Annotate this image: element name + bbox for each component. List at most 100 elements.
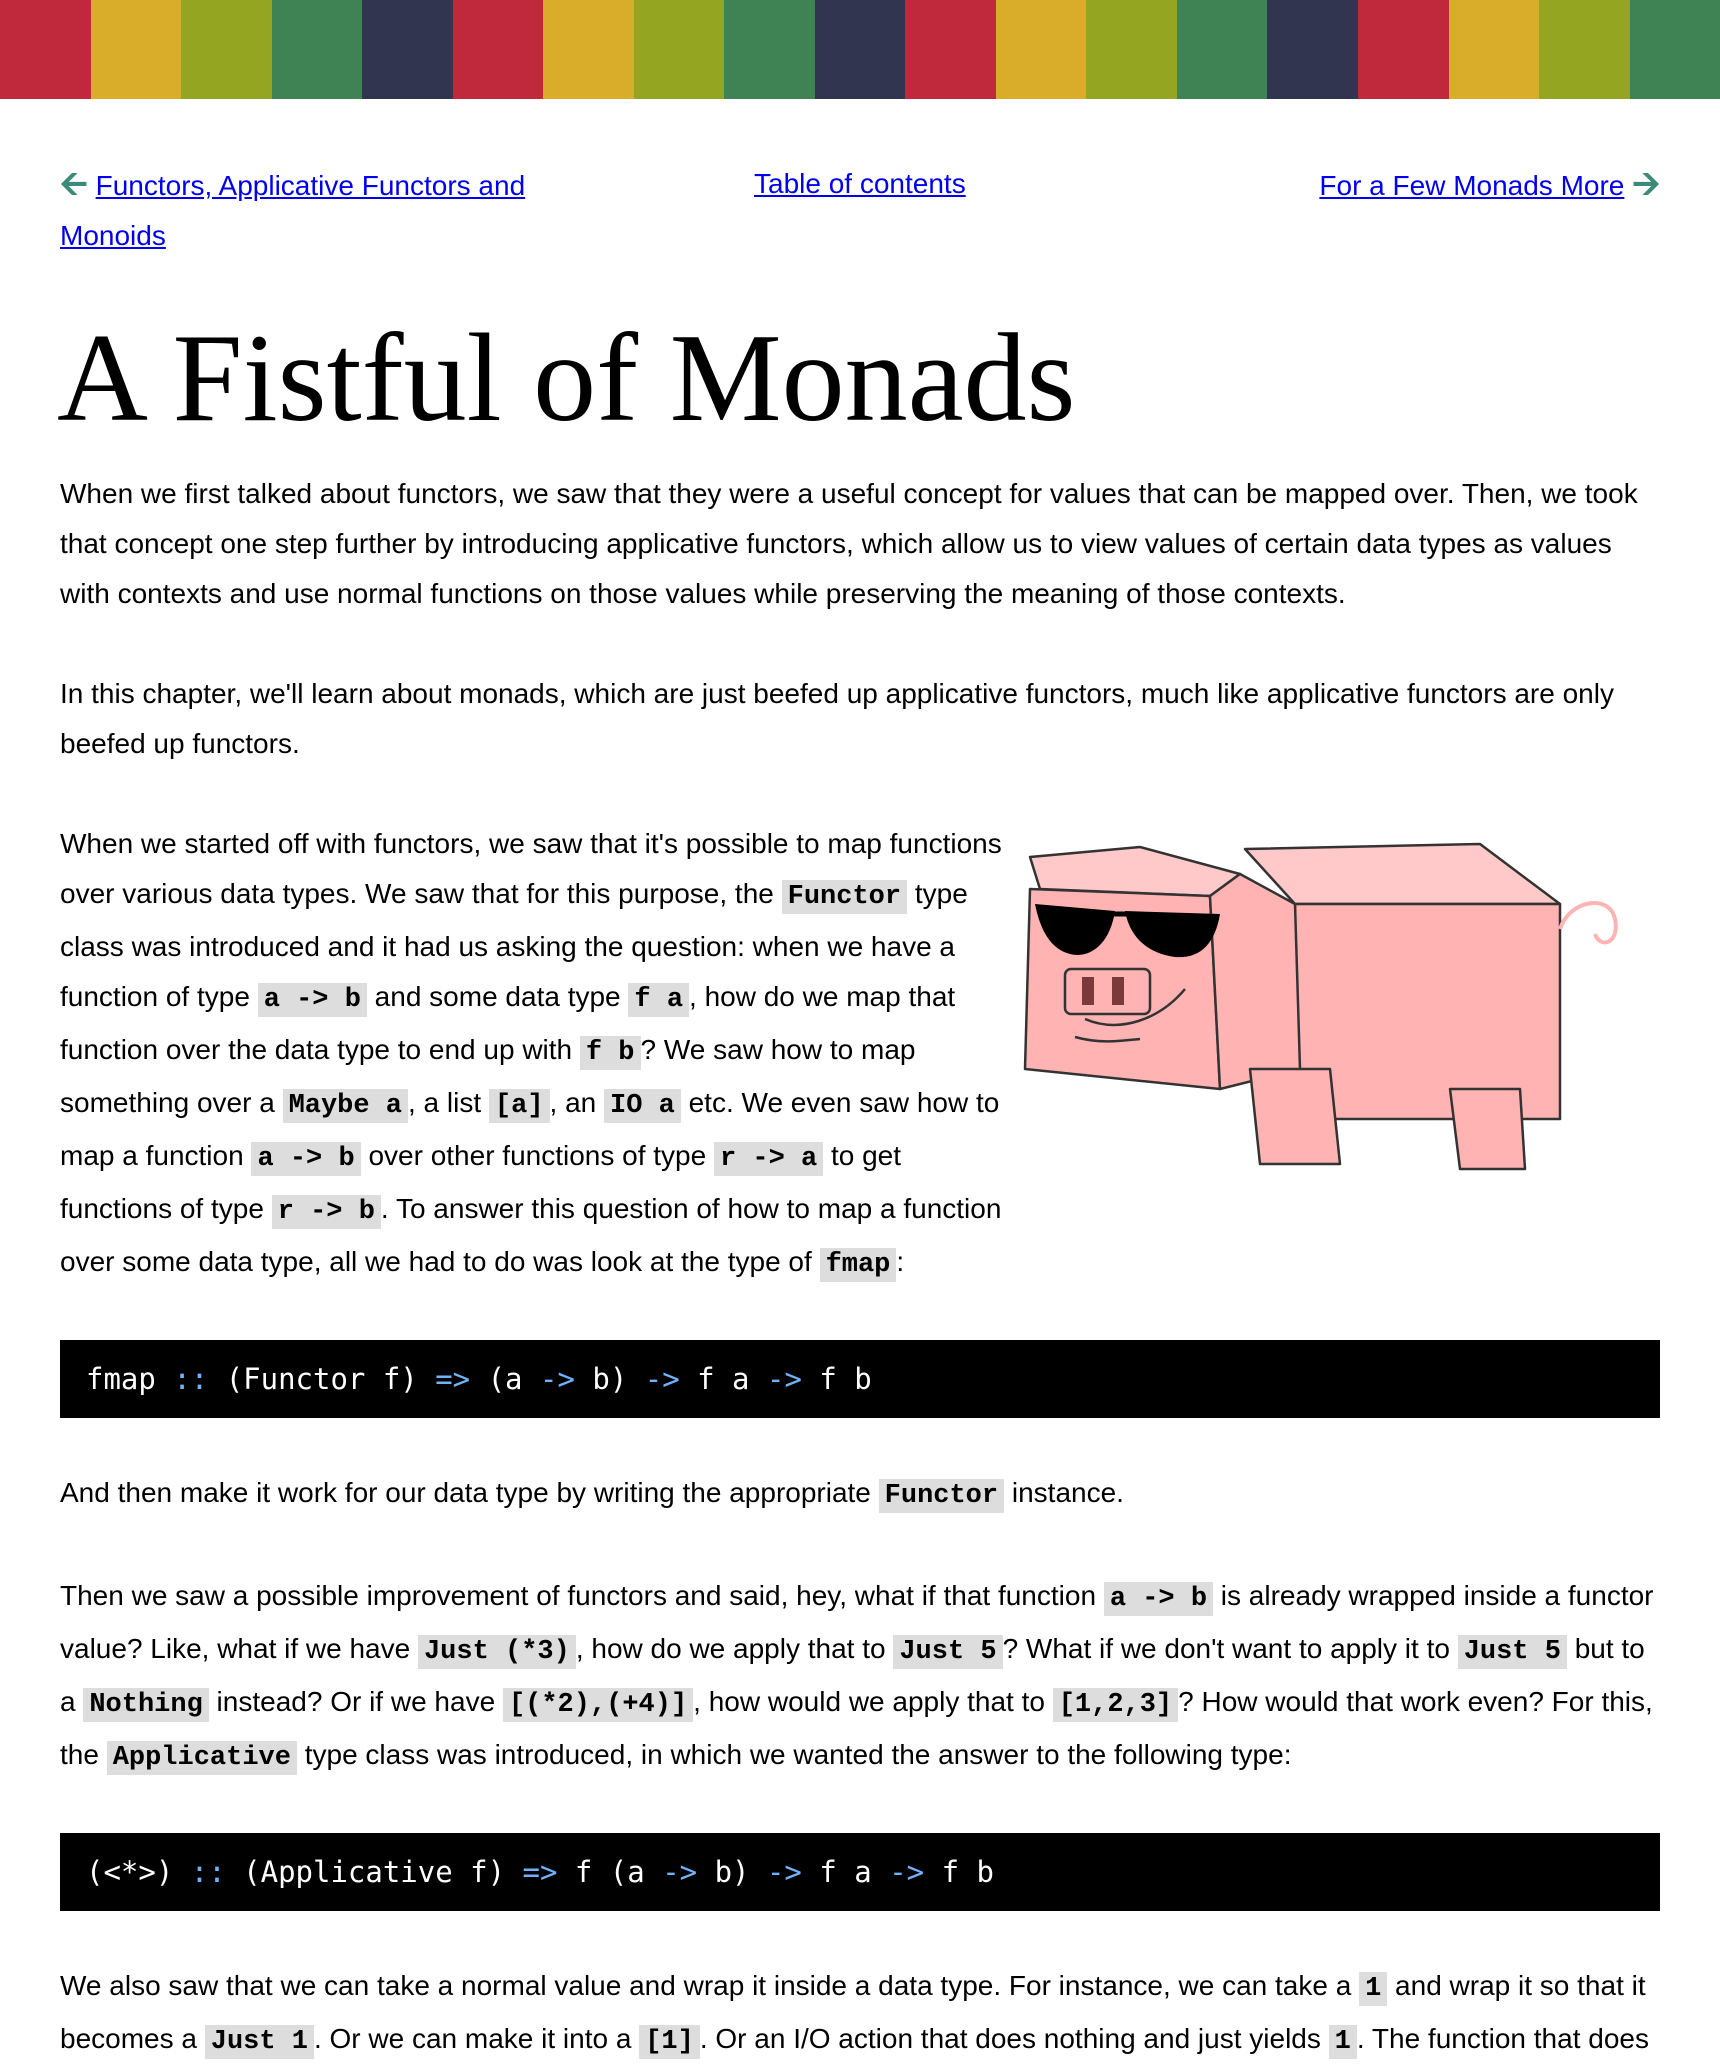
code-function-list: [(*2),(+4)] bbox=[502, 1688, 694, 1722]
code-token: (a bbox=[470, 1362, 540, 1396]
stripe-segment bbox=[543, 0, 634, 99]
stripe-segment bbox=[452, 0, 544, 99]
pure-paragraph: We also saw that we can take a normal va… bbox=[60, 1961, 1660, 2067]
text: instance. bbox=[1004, 1477, 1124, 1508]
text: , how would we apply that to bbox=[693, 1686, 1053, 1717]
next-chapter-link[interactable]: For a Few Monads More bbox=[1319, 170, 1624, 201]
code-r-to-a: r -> a bbox=[713, 1142, 824, 1176]
color-stripe-banner bbox=[0, 0, 1720, 99]
code-operator: -> bbox=[644, 1362, 680, 1396]
stripe-segment bbox=[362, 0, 453, 99]
code-list-a: [a] bbox=[488, 1089, 550, 1123]
stripe-segment bbox=[814, 0, 906, 99]
stripe-segment bbox=[181, 0, 272, 99]
next-chapter: For a Few Monads More 🡪 bbox=[1319, 159, 1660, 211]
code-token: fmap bbox=[86, 1362, 174, 1396]
stripe-segment bbox=[1267, 0, 1358, 99]
chapter-navigation: 🡨 Functors, Applicative Functors and Mono… bbox=[60, 159, 1660, 309]
code-token: (Functor f) bbox=[208, 1362, 436, 1396]
code-a-to-b: a -> b bbox=[257, 983, 367, 1017]
toc: Table of contents bbox=[754, 159, 966, 209]
code-operator: -> bbox=[766, 1362, 802, 1396]
text: over other functions of type bbox=[360, 1140, 714, 1171]
code-1-2: 1 bbox=[1328, 2025, 1357, 2059]
prev-chapter-link[interactable]: Functors, Applicative Functors and Monoi… bbox=[60, 170, 525, 251]
code-token: (Applicative f) bbox=[225, 1855, 523, 1889]
stripe-segment bbox=[1448, 0, 1540, 99]
stripe-segment bbox=[90, 0, 182, 99]
code-token: f a bbox=[801, 1855, 890, 1889]
chapter-summary-paragraph: In this chapter, we'll learn about monad… bbox=[60, 678, 1614, 759]
text: : bbox=[896, 1246, 905, 1277]
code-operator: :: bbox=[190, 1855, 226, 1889]
text: . Or an I/O action that does nothing and… bbox=[699, 2023, 1329, 2054]
applicative-paragraph: Then we saw a possible improvement of fu… bbox=[60, 1571, 1660, 1783]
code-functor: Functor bbox=[781, 880, 908, 914]
text: type class was introduced, in which we w… bbox=[296, 1739, 1292, 1770]
code-1: 1 bbox=[1359, 1972, 1388, 2006]
text: , an bbox=[549, 1087, 605, 1118]
code-f-a: f a bbox=[628, 983, 690, 1017]
code-f-b: f b bbox=[579, 1036, 641, 1070]
code-just-5: Just 5 bbox=[893, 1635, 1003, 1669]
code-maybe-a: Maybe a bbox=[282, 1089, 408, 1123]
prev-chapter: 🡨 Functors, Applicative Functors and Mono… bbox=[60, 159, 580, 261]
stripe-segment bbox=[1176, 0, 1268, 99]
stripe-segment bbox=[1629, 0, 1720, 99]
code-token: (<*>) bbox=[86, 1855, 191, 1889]
code-applicative: Applicative bbox=[106, 1741, 297, 1775]
code-list-1: [1] bbox=[639, 2025, 700, 2059]
stripe-segment bbox=[633, 0, 725, 99]
code-io-a: IO a bbox=[604, 1089, 681, 1123]
code-token: f b bbox=[924, 1855, 994, 1889]
code-operator: => bbox=[522, 1855, 558, 1889]
code-token: f (a bbox=[557, 1855, 663, 1889]
code-token: f b bbox=[801, 1362, 872, 1396]
table-of-contents-link[interactable]: Table of contents bbox=[754, 168, 966, 199]
code-token: f a bbox=[679, 1362, 767, 1396]
arrow-right-icon: 🡪 bbox=[1632, 165, 1660, 203]
text: . Or we can make it into a bbox=[313, 2023, 640, 2054]
text: We also saw that we can take a normal va… bbox=[60, 1970, 1360, 2001]
stripe-segment bbox=[271, 0, 363, 99]
text: Then we saw a possible improvement of fu… bbox=[60, 1580, 1104, 1611]
pig-with-sunglasses-illustration bbox=[1023, 842, 1618, 1171]
intro-paragraph: When we first talked about functors, we … bbox=[60, 478, 1638, 609]
stripe-segment bbox=[0, 0, 91, 99]
functor-section: When we started off with functors, we sa… bbox=[60, 819, 1660, 1290]
code-r-to-b: r -> b bbox=[271, 1195, 381, 1229]
code-token: b) bbox=[574, 1362, 645, 1396]
code-operator: -> bbox=[539, 1362, 575, 1396]
text: And then make it work for our data type … bbox=[60, 1477, 879, 1508]
text: , a list bbox=[408, 1087, 489, 1118]
applicative-code-block: (<*>) :: (Applicative f) => f (a -> b) -… bbox=[60, 1833, 1660, 1911]
stripe-segment bbox=[724, 0, 815, 99]
text: instead? Or if we have bbox=[208, 1686, 503, 1717]
stripe-segment bbox=[1086, 0, 1177, 99]
code-operator: :: bbox=[173, 1362, 209, 1396]
text: ? What if we don't want to apply it to bbox=[1002, 1633, 1458, 1664]
code-just-5-2: Just 5 bbox=[1457, 1635, 1567, 1669]
arrow-left-icon: 🡨 bbox=[60, 165, 88, 203]
code-a-to-b-3: a -> b bbox=[1103, 1582, 1214, 1616]
functor-paragraph: When we started off with functors, we sa… bbox=[60, 819, 1010, 1290]
page-title: A Fistful of Monads bbox=[57, 309, 1076, 448]
code-just-times-3: Just (*3) bbox=[417, 1635, 576, 1669]
code-token: b) bbox=[697, 1855, 767, 1889]
functor-instance-paragraph: And then make it work for our data type … bbox=[60, 1468, 1660, 1521]
code-fmap: fmap bbox=[819, 1248, 897, 1282]
stripe-segment bbox=[1539, 0, 1630, 99]
code-functor-2: Functor bbox=[878, 1479, 1005, 1513]
code-a-to-b-2: a -> b bbox=[251, 1142, 361, 1176]
text: and some data type bbox=[366, 981, 629, 1012]
stripe-segment bbox=[1357, 0, 1449, 99]
code-just-1: Just 1 bbox=[204, 2025, 314, 2059]
code-list-123: [1,2,3] bbox=[1052, 1688, 1179, 1722]
code-operator: -> bbox=[662, 1855, 698, 1889]
fmap-code-block: fmap :: (Functor f) => (a -> b) -> f a -… bbox=[60, 1340, 1660, 1418]
code-operator: -> bbox=[766, 1855, 802, 1889]
text: , how do we apply that to bbox=[575, 1633, 894, 1664]
page-content: 🡨 Functors, Applicative Functors and Mono… bbox=[0, 159, 1720, 2067]
code-operator: -> bbox=[889, 1855, 925, 1889]
code-operator: => bbox=[435, 1362, 471, 1396]
